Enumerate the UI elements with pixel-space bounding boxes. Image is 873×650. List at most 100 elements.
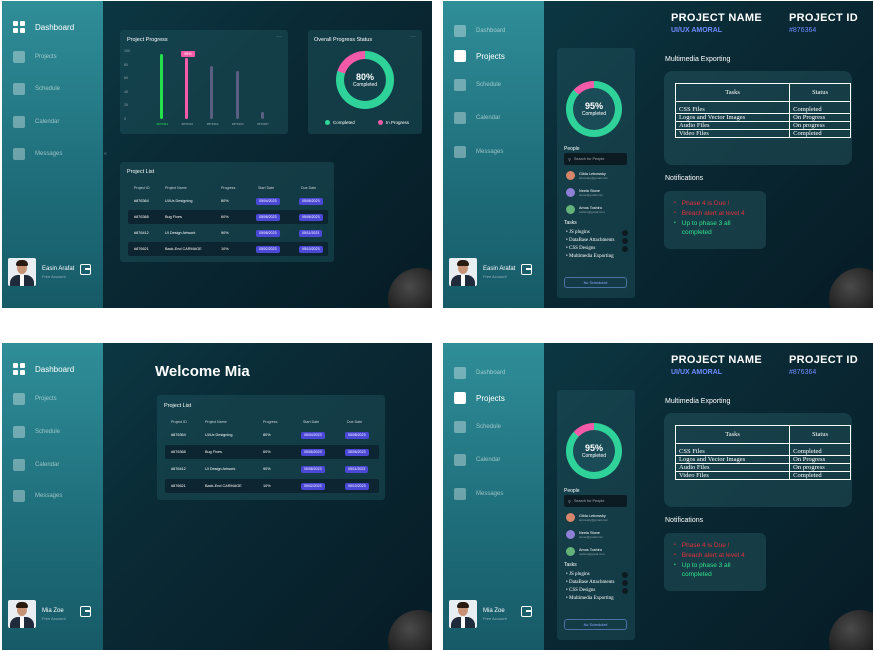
task-item[interactable]: • JS plugins — [566, 230, 590, 235]
user-profile[interactable]: Easin Arafat Free Account — [449, 258, 515, 286]
nav-messages[interactable]: Messages — [454, 146, 503, 158]
nav-dashboard[interactable]: Dashboard — [454, 25, 505, 37]
notification-item[interactable]: • Breach alert at level 4 — [674, 209, 752, 218]
nav-schedule[interactable]: Schedule — [13, 426, 60, 438]
task-item[interactable]: • Multimedia Exporting — [566, 254, 614, 259]
task-item[interactable]: • DataBase Attachments — [566, 580, 614, 585]
people-search-input[interactable]: ⚲ Search for People — [564, 153, 627, 165]
column-header[interactable]: Project Name — [205, 420, 227, 424]
start-date-pill[interactable]: 05/04/2023 — [301, 431, 325, 439]
more-icon[interactable]: ··· — [410, 34, 416, 40]
column-header[interactable]: Project Name — [165, 186, 187, 190]
task-status-dot[interactable] — [622, 572, 628, 578]
more-icon[interactable]: ··· — [276, 34, 282, 40]
logout-icon[interactable] — [521, 264, 532, 275]
nav-schedule[interactable]: Schedule — [454, 421, 501, 433]
nav-calendar[interactable]: Calendar — [13, 459, 59, 471]
table-row[interactable]: #876364 UI/Ux Designing 80% 05/04/2023 05/08… — [128, 194, 328, 208]
due-date-pill[interactable]: 05/10/2023 — [345, 482, 369, 490]
person-item[interactable]: Gilda Lebowsky lebowsky@gmail.com — [566, 171, 608, 180]
nav-calendar[interactable]: Calendar — [13, 116, 59, 128]
person-item[interactable]: Neela Stone stone@gmail.com — [566, 530, 603, 539]
logout-icon[interactable] — [80, 264, 91, 275]
table-row[interactable]: #876621 Back-End CARMAGE 10% 05/02/2023 05/1… — [165, 479, 379, 493]
due-date-pill[interactable]: 05/06/2023 — [345, 448, 369, 456]
nav-messages[interactable]: Messages — [13, 148, 62, 160]
start-date-pill[interactable]: 05/08/2023 — [256, 229, 280, 237]
due-date-pill[interactable]: 05/11/2023 — [299, 229, 323, 237]
table-row[interactable]: #876412 UI Design Artwork 90% 05/08/2023 05/… — [128, 226, 328, 240]
nav-projects[interactable]: Projects — [454, 50, 505, 62]
task-status-dot[interactable] — [622, 230, 628, 236]
due-date-pill[interactable]: 05/06/2023 — [299, 213, 323, 221]
person-item[interactable]: Amos Toshiro toshiro@gmail.com — [566, 547, 605, 556]
person-item[interactable]: Gilda Lebowsky lebowsky@gmail.com — [566, 513, 608, 522]
nav-projects[interactable]: Projects — [13, 51, 57, 63]
column-header[interactable]: Due Date — [301, 186, 316, 190]
column-header[interactable]: Project ID — [134, 186, 150, 190]
table-row[interactable]: #876368 Bug Fixes 60% 05/06/2023 05/06/2023 — [165, 445, 379, 459]
task-item[interactable]: • JS plugins — [566, 572, 590, 577]
bar-1[interactable] — [185, 57, 189, 119]
due-date-pill[interactable]: 05/08/2023 — [345, 431, 369, 439]
task-item[interactable]: • DataBase Attachments — [566, 238, 614, 243]
user-profile[interactable]: Mia Zoe Free Account — [449, 600, 507, 628]
table-row[interactable]: #876412 UI Design Artwork 90% 05/08/2023 05/… — [165, 462, 379, 476]
table-row[interactable]: #876364 UI/Ux Designing 80% 05/04/2023 05/08… — [165, 428, 379, 442]
column-header[interactable]: Progress — [221, 186, 235, 190]
notification-item[interactable]: • Phase 4 is Due ! — [674, 199, 752, 208]
start-date-pill[interactable]: 05/06/2023 — [256, 213, 280, 221]
bar-4[interactable] — [260, 112, 264, 119]
task-item[interactable]: • Multimedia Exporting — [566, 596, 614, 601]
column-header[interactable]: Start Date — [303, 420, 319, 424]
nav-schedule[interactable]: Schedule — [13, 83, 60, 95]
nav-calendar[interactable]: Calendar — [454, 112, 500, 124]
nav-schedule[interactable]: Schedule — [454, 79, 501, 91]
bar-2[interactable] — [210, 65, 214, 119]
logout-icon[interactable] — [521, 606, 532, 617]
user-profile[interactable]: Easin Arafat Free Account — [8, 258, 74, 286]
column-header[interactable]: Project ID — [171, 420, 187, 424]
task-status-dot[interactable] — [622, 580, 628, 586]
table-row[interactable]: #876368 Bug Fixes 60% 05/06/2023 05/06/2023 — [128, 210, 328, 224]
column-header[interactable]: Due Date — [347, 420, 362, 424]
nav-calendar[interactable]: Calendar — [454, 454, 500, 466]
person-item[interactable]: Amos Toshiro toshiro@gmail.com — [566, 205, 605, 214]
task-item[interactable]: • CSS Designs — [566, 246, 595, 251]
user-profile[interactable]: Mia Zoe Free Account — [8, 600, 66, 628]
nav-messages[interactable]: Messages — [454, 488, 503, 500]
due-date-pill[interactable]: 05/08/2023 — [299, 197, 323, 205]
notification-item[interactable]: • Breach alert at level 4 — [674, 551, 752, 560]
due-date-pill[interactable]: 05/11/2023 — [345, 465, 369, 473]
notification-item[interactable]: • Phase 4 is Due ! — [674, 541, 752, 550]
start-date-pill[interactable]: 05/08/2023 — [301, 465, 325, 473]
schedule-button[interactable]: No Scheduled — [564, 277, 627, 288]
nav-dashboard[interactable]: Dashboard — [13, 363, 74, 375]
start-date-pill[interactable]: 05/04/2023 — [256, 197, 280, 205]
nav-projects[interactable]: Projects — [13, 393, 57, 405]
nav-dashboard[interactable]: Dashboard — [454, 367, 505, 379]
task-status-dot[interactable] — [622, 238, 628, 244]
people-search-input[interactable]: ⚲ Search for People — [564, 495, 627, 507]
nav-messages[interactable]: Messages — [13, 490, 62, 502]
notification-item[interactable]: • Up to phase 3 all completed — [674, 219, 752, 237]
task-status-dot[interactable] — [622, 588, 628, 594]
notification-item[interactable]: • Up to phase 3 all completed — [674, 561, 752, 579]
schedule-button[interactable]: No Scheduled — [564, 619, 627, 630]
nav-dashboard[interactable]: Dashboard — [13, 21, 74, 33]
table-row[interactable]: #876621 Back-End CARMAGE 10% 05/02/2023 05/1… — [128, 242, 328, 256]
due-date-pill[interactable]: 05/10/2023 — [299, 245, 323, 253]
bar-3[interactable] — [235, 71, 239, 119]
task-item[interactable]: • CSS Designs — [566, 588, 595, 593]
task-status-dot[interactable] — [622, 246, 628, 252]
logout-icon[interactable] — [80, 606, 91, 617]
bar-0[interactable] — [160, 54, 163, 119]
person-item[interactable]: Neela Stone stone@gmail.com — [566, 188, 603, 197]
column-header[interactable]: Start Date — [258, 186, 274, 190]
collapse-icon[interactable]: « — [104, 151, 107, 157]
start-date-pill[interactable]: 05/06/2023 — [301, 448, 325, 456]
start-date-pill[interactable]: 05/02/2023 — [301, 482, 325, 490]
start-date-pill[interactable]: 05/02/2023 — [256, 245, 280, 253]
nav-projects[interactable]: Projects — [454, 392, 505, 404]
column-header[interactable]: Progress — [263, 420, 277, 424]
